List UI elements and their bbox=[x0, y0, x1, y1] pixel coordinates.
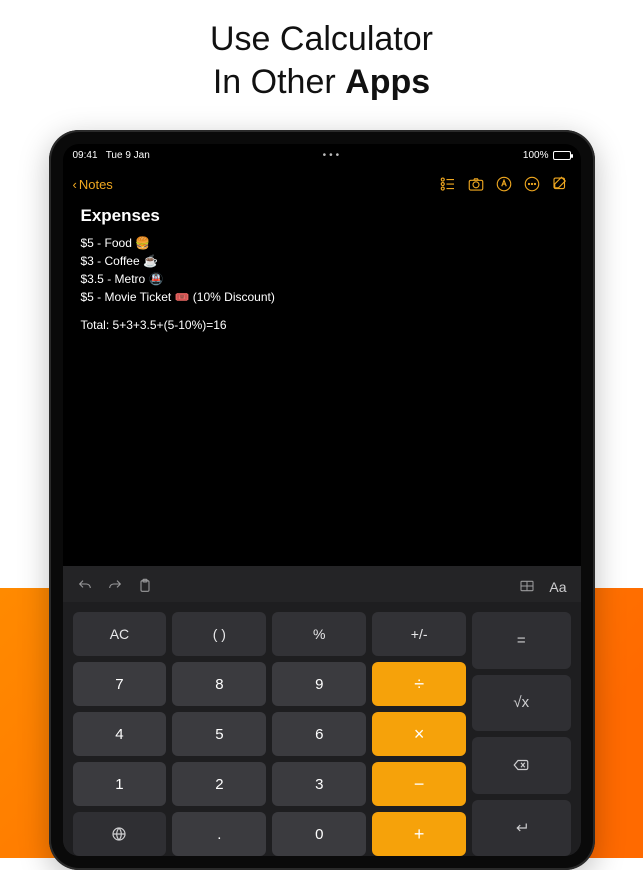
redo-icon[interactable] bbox=[107, 578, 123, 597]
key-paren[interactable]: ( ) bbox=[172, 612, 266, 656]
compose-icon[interactable] bbox=[549, 173, 571, 195]
chevron-left-icon: ‹ bbox=[73, 177, 77, 192]
back-button[interactable]: ‹ Notes bbox=[73, 177, 113, 192]
hero-line2a: In Other bbox=[213, 63, 345, 101]
note-body[interactable]: Expenses $5 - Food 🍔 $3 - Coffee ☕ $3.5 … bbox=[63, 202, 581, 566]
key-equals[interactable]: = bbox=[472, 612, 570, 669]
key-dot[interactable]: . bbox=[172, 812, 266, 856]
key-backspace[interactable] bbox=[472, 737, 570, 794]
clipboard-icon[interactable] bbox=[137, 578, 153, 597]
key-plusminus[interactable]: +/- bbox=[372, 612, 466, 656]
key-4[interactable]: 4 bbox=[73, 712, 167, 756]
key-subtract[interactable]: − bbox=[372, 762, 466, 806]
key-1[interactable]: 1 bbox=[73, 762, 167, 806]
key-7[interactable]: 7 bbox=[73, 662, 167, 706]
ipad-screen: 09:41 Tue 9 Jan ••• 100% ‹ Notes bbox=[63, 144, 581, 856]
keyboard-toolbar: Aa bbox=[63, 572, 581, 602]
key-8[interactable]: 8 bbox=[172, 662, 266, 706]
back-label: Notes bbox=[79, 177, 113, 192]
note-line: $5 - Food 🍔 bbox=[81, 236, 563, 250]
status-date: Tue 9 Jan bbox=[106, 150, 150, 161]
status-time: 09:41 bbox=[73, 150, 98, 161]
key-3[interactable]: 3 bbox=[272, 762, 366, 806]
hero-banner: Use Calculator In Other Apps bbox=[0, 0, 643, 113]
camera-icon[interactable] bbox=[465, 173, 487, 195]
status-bar: 09:41 Tue 9 Jan ••• 100% bbox=[63, 144, 581, 166]
markup-icon[interactable] bbox=[493, 173, 515, 195]
key-9[interactable]: 9 bbox=[272, 662, 366, 706]
keyboard-panel: Aa AC ( ) % +/- 7 8 9 bbox=[63, 566, 581, 856]
key-0[interactable]: 0 bbox=[272, 812, 366, 856]
key-6[interactable]: 6 bbox=[272, 712, 366, 756]
calculator-keyboard: AC ( ) % +/- 7 8 9 ÷ 4 bbox=[63, 602, 581, 856]
key-sqrt[interactable]: √x bbox=[472, 675, 570, 732]
hero-line1: Use Calculator bbox=[210, 20, 433, 58]
key-divide[interactable]: ÷ bbox=[372, 662, 466, 706]
checklist-icon[interactable] bbox=[437, 173, 459, 195]
note-line: $3 - Coffee ☕ bbox=[81, 254, 563, 268]
key-add[interactable]: + bbox=[372, 812, 466, 856]
key-return[interactable] bbox=[472, 800, 570, 857]
note-total: Total: 5+3+3.5+(5-10%)=16 bbox=[81, 318, 563, 332]
key-multiply[interactable]: × bbox=[372, 712, 466, 756]
status-multitask-dots: ••• bbox=[150, 150, 515, 161]
format-aa[interactable]: Aa bbox=[549, 579, 566, 595]
notes-nav: ‹ Notes bbox=[63, 166, 581, 202]
note-line: $3.5 - Metro 🚇 bbox=[81, 272, 563, 286]
note-title: Expenses bbox=[81, 206, 563, 226]
key-globe[interactable] bbox=[73, 812, 167, 856]
key-percent[interactable]: % bbox=[272, 612, 366, 656]
note-line: $5 - Movie Ticket 🎟️ (10% Discount) bbox=[81, 290, 563, 304]
undo-icon[interactable] bbox=[77, 578, 93, 597]
key-ac[interactable]: AC bbox=[73, 612, 167, 656]
battery-icon bbox=[553, 151, 571, 160]
hero-line2b: Apps bbox=[345, 63, 430, 101]
key-5[interactable]: 5 bbox=[172, 712, 266, 756]
more-icon[interactable] bbox=[521, 173, 543, 195]
battery-pct: 100% bbox=[523, 150, 549, 161]
table-icon[interactable] bbox=[519, 578, 535, 597]
key-2[interactable]: 2 bbox=[172, 762, 266, 806]
ipad-frame: 09:41 Tue 9 Jan ••• 100% ‹ Notes bbox=[49, 130, 595, 870]
